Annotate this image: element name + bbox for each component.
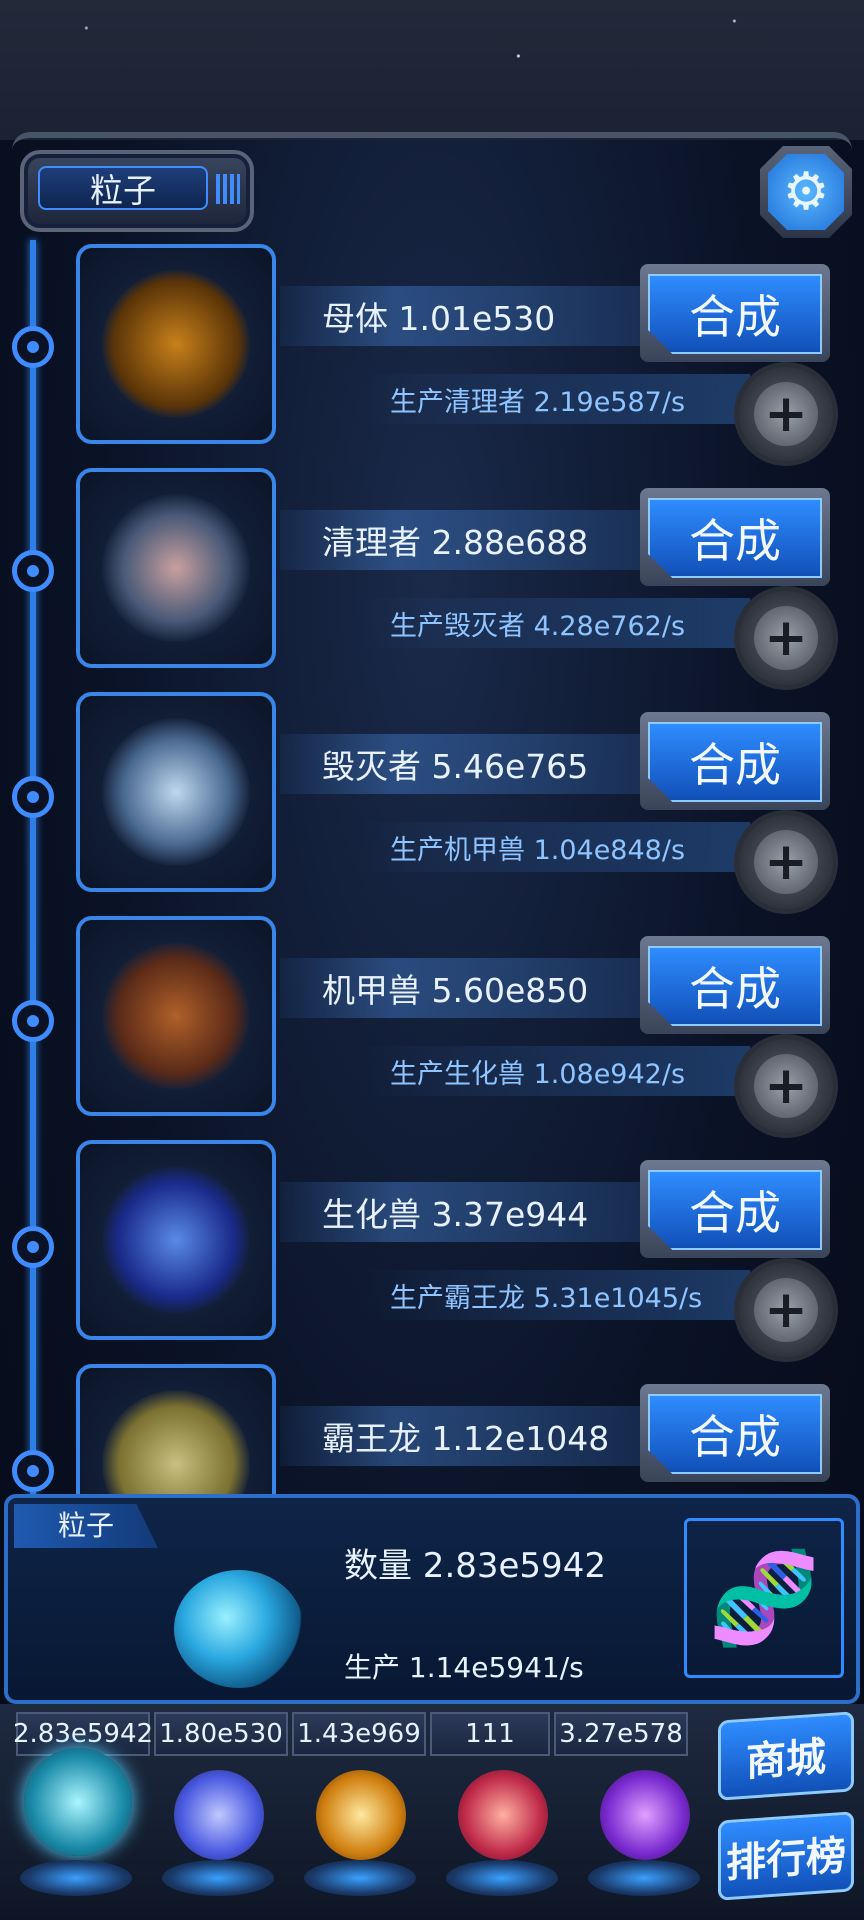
merge-button[interactable]: 合成 — [648, 498, 822, 578]
unit-row-bio-beast: 生化兽 3.37e944 合成 生产霸王龙 5.31e1045/s + — [0, 1140, 864, 1364]
unit-production: 生产生化兽 1.08e942/s — [360, 1046, 750, 1096]
plus-icon: + — [754, 382, 818, 446]
cleaner-robot-icon — [102, 494, 250, 642]
unit-name: 清理者 2.88e688 — [280, 510, 660, 570]
unit-name: 机甲兽 5.60e850 — [280, 958, 660, 1018]
destroyer-mech-icon — [102, 718, 250, 866]
shop-button[interactable]: 商城 — [718, 1711, 854, 1801]
merge-button-frame: 合成 — [640, 1160, 830, 1258]
orb-pedestal — [588, 1860, 700, 1896]
tab-value: 3.27e578 — [554, 1712, 688, 1756]
vortex-orb-icon — [600, 1770, 690, 1860]
unit-name: 生化兽 3.37e944 — [280, 1182, 660, 1242]
merge-button[interactable]: 合成 — [648, 722, 822, 802]
space-background — [0, 0, 864, 140]
merge-button-frame: 合成 — [640, 936, 830, 1034]
tab-value: 1.80e530 — [154, 1712, 288, 1756]
resource-panel: 粒子 数量 2.83e5942 生产 1.14e5941/s 🧬 — [4, 1494, 860, 1704]
mecha-beast-icon — [102, 942, 250, 1090]
unit-card — [76, 244, 276, 444]
add-button[interactable]: + — [734, 362, 838, 466]
tab-brain[interactable] — [446, 1764, 558, 1904]
unit-production: 生产霸王龙 5.31e1045/s — [360, 1270, 750, 1320]
resource-production: 生产 1.14e5941/s — [344, 1651, 584, 1684]
orb-pedestal — [446, 1860, 558, 1896]
merge-button[interactable]: 合成 — [648, 946, 822, 1026]
unit-row-destroyer: 毁灭者 5.46e765 合成 生产机甲兽 1.04e848/s + — [0, 692, 864, 916]
resource-tabs: 2.83e5942 1.80e530 1.43e969 111 3.27e578… — [0, 1704, 864, 1920]
merge-button-frame: 合成 — [640, 1384, 830, 1482]
unit-card — [76, 1364, 276, 1494]
title-decor-bars — [216, 174, 240, 204]
unit-row-mother: 母体 1.01e530 合成 生产清理者 2.19e587/s + — [0, 244, 864, 468]
orb-pedestal — [162, 1860, 274, 1896]
unit-card — [76, 468, 276, 668]
bio-dragon-icon — [102, 1166, 250, 1314]
resource-label: 粒子 — [14, 1504, 158, 1548]
merge-button-frame: 合成 — [640, 488, 830, 586]
dna-icon: 🧬 — [684, 1518, 844, 1678]
merge-button[interactable]: 合成 — [648, 274, 822, 354]
plus-icon: + — [754, 606, 818, 670]
add-button[interactable]: + — [734, 1034, 838, 1138]
unit-card — [76, 916, 276, 1116]
tab-vortex[interactable] — [588, 1764, 700, 1904]
unit-card — [76, 1140, 276, 1340]
page-title: 粒子 — [38, 166, 208, 210]
trex-icon — [102, 1390, 250, 1494]
unit-row-mecha-beast: 机甲兽 5.60e850 合成 生产生化兽 1.08e942/s + — [0, 916, 864, 1140]
tab-lightning[interactable] — [162, 1764, 274, 1904]
mother-creature-icon — [102, 270, 250, 418]
plus-icon: + — [754, 830, 818, 894]
ranking-button[interactable]: 排行榜 — [718, 1811, 854, 1901]
unit-production: 生产清理者 2.19e587/s — [360, 374, 750, 424]
add-button[interactable]: + — [734, 586, 838, 690]
unit-name: 霸王龙 1.12e1048 — [280, 1406, 660, 1466]
unit-row-cleaner: 清理者 2.88e688 合成 生产毁灭者 4.28e762/s + — [0, 468, 864, 692]
tab-particle[interactable] — [20, 1748, 132, 1904]
add-button[interactable]: + — [734, 810, 838, 914]
plus-icon: + — [754, 1054, 818, 1118]
brain-orb-icon — [458, 1770, 548, 1860]
orb-pedestal — [304, 1860, 416, 1896]
merge-button[interactable]: 合成 — [648, 1170, 822, 1250]
particle-orb-icon — [24, 1748, 132, 1856]
merge-button-frame: 合成 — [640, 264, 830, 362]
orb-pedestal — [20, 1860, 132, 1896]
unit-row-trex: 霸王龙 1.12e1048 合成 — [0, 1364, 864, 1494]
tab-fire[interactable] — [304, 1764, 416, 1904]
tab-values: 2.83e5942 1.80e530 1.43e969 111 3.27e578 — [13, 1712, 696, 1756]
settings-button[interactable]: ⚙ — [760, 146, 852, 238]
lightning-orb-icon — [174, 1770, 264, 1860]
resource-count: 数量 2.83e5942 — [344, 1546, 606, 1586]
gear-icon: ⚙ — [768, 154, 844, 230]
unit-card — [76, 692, 276, 892]
add-button[interactable]: + — [734, 1258, 838, 1362]
tab-value: 1.43e969 — [292, 1712, 426, 1756]
merge-button-frame: 合成 — [640, 712, 830, 810]
unit-name: 毁灭者 5.46e765 — [280, 734, 660, 794]
plus-icon: + — [754, 1278, 818, 1342]
tab-value: 111 — [430, 1712, 550, 1756]
tab-orbs — [20, 1748, 700, 1904]
unit-production: 生产机甲兽 1.04e848/s — [360, 822, 750, 872]
particle-orb-icon — [174, 1570, 304, 1688]
unit-name: 母体 1.01e530 — [280, 286, 660, 346]
title-tab: 粒子 — [20, 150, 254, 232]
fire-orb-icon — [316, 1770, 406, 1860]
merge-button[interactable]: 合成 — [648, 1394, 822, 1474]
unit-production: 生产毁灭者 4.28e762/s — [360, 598, 750, 648]
